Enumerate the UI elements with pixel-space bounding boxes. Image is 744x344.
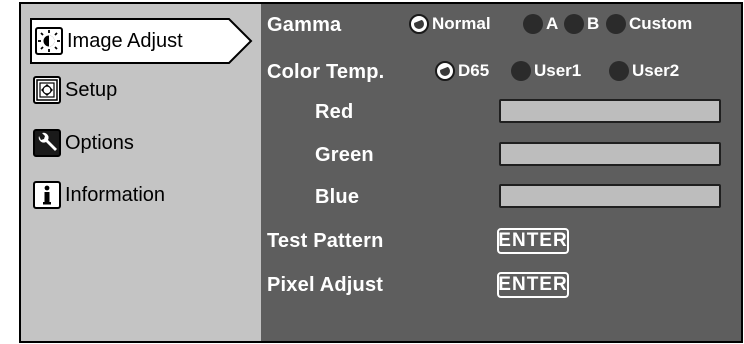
sidebar-item-label: Information (65, 183, 166, 206)
color-temp-option-user1[interactable]: User1 (511, 61, 581, 81)
gamma-option-normal[interactable]: Normal (409, 14, 491, 34)
sidebar-item-options[interactable]: Options (33, 123, 134, 163)
color-temp-label: Color Temp. (267, 61, 385, 83)
color-temp-option-user2[interactable]: User2 (609, 61, 679, 81)
green-label: Green (315, 144, 374, 166)
sidebar-item-label: Image Adjust (67, 29, 183, 52)
radio-icon (609, 61, 629, 81)
radio-selected-icon (409, 14, 429, 34)
test-pattern-enter-button[interactable]: ENTER (497, 228, 569, 254)
blue-slider[interactable] (499, 184, 721, 208)
radio-icon (564, 14, 584, 34)
sidebar-item-image-adjust[interactable]: Image Adjust (29, 17, 253, 65)
osd-menu: Image Adjust Setup Options Information G… (19, 2, 743, 343)
option-label: D65 (458, 61, 490, 80)
blue-label: Blue (315, 186, 360, 208)
radio-selected-icon (435, 61, 455, 81)
setup-icon (33, 76, 61, 104)
color-temp-option-d65[interactable]: D65 (435, 61, 489, 81)
pixel-adjust-enter-button[interactable]: ENTER (497, 272, 569, 298)
option-label: Custom (629, 14, 693, 33)
pixel-adjust-label: Pixel Adjust (267, 274, 384, 296)
gamma-option-custom[interactable]: Custom (606, 14, 692, 34)
option-label: A (546, 14, 559, 33)
info-icon (33, 181, 61, 209)
sidebar-item-label: Setup (65, 78, 118, 101)
sidebar: Image Adjust Setup Options Information (21, 4, 261, 341)
green-slider[interactable] (499, 142, 721, 166)
brightness-icon (35, 27, 63, 55)
gamma-option-b[interactable]: B (564, 14, 599, 34)
gamma-option-a[interactable]: A (523, 14, 558, 34)
radio-icon (523, 14, 543, 34)
test-pattern-label: Test Pattern (267, 230, 384, 252)
radio-icon (511, 61, 531, 81)
red-slider[interactable] (499, 99, 721, 123)
option-label: User1 (534, 61, 582, 80)
sidebar-item-label: Options (65, 131, 134, 154)
red-label: Red (315, 101, 354, 123)
settings-panel: Gamma Normal A B Custom Color Temp. D65 … (261, 4, 741, 341)
option-label: B (587, 14, 600, 33)
gamma-label: Gamma (267, 14, 342, 36)
option-label: Normal (432, 14, 491, 33)
option-label: User2 (632, 61, 680, 80)
sidebar-item-information[interactable]: Information (33, 175, 165, 215)
wrench-icon (33, 129, 61, 157)
radio-icon (606, 14, 626, 34)
sidebar-item-setup[interactable]: Setup (33, 70, 117, 110)
